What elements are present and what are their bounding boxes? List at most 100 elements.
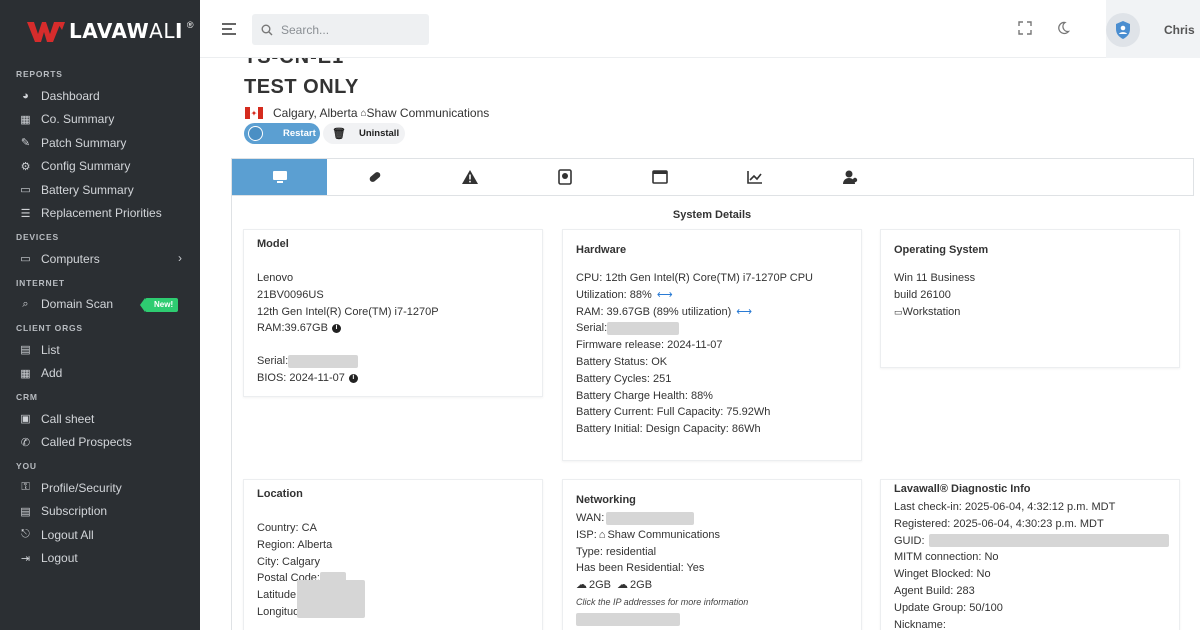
networking-residential: Has been Residential: Yes	[576, 562, 705, 575]
sidebar-item-config-summary[interactable]: ⚙ Config Summary	[0, 155, 200, 179]
expand-arrows-icon[interactable]: ⟷	[657, 287, 673, 304]
redacted-guid	[928, 534, 1169, 548]
detail-tabs	[231, 158, 1194, 196]
fullscreen-icon[interactable]	[1017, 20, 1033, 36]
section-title-you: YOU	[16, 461, 37, 471]
tab-applications[interactable]	[612, 159, 707, 195]
os-name: Win 11 Business	[894, 272, 976, 284]
laptop-icon: ▭	[20, 253, 31, 266]
menu-toggle-icon[interactable]	[222, 23, 236, 38]
redacted-lan-ip[interactable]	[576, 612, 680, 626]
redacted-coordinates	[297, 580, 365, 618]
sidebar-item-patch-summary[interactable]: ✎ Patch Summary	[0, 131, 200, 155]
hardware-card-title: Hardware	[576, 244, 627, 256]
phone-icon: ✆	[20, 436, 31, 449]
brand-logo[interactable]: LAVAWALI ®	[0, 0, 200, 62]
diag-guid-line: GUID:	[881, 533, 1179, 550]
sidebar-item-domain-scan[interactable]: ⌕ Domain Scan New!	[0, 293, 200, 317]
home-icon: ⌂	[598, 528, 606, 541]
restart-button[interactable]: Restart	[244, 123, 320, 144]
model-serial-line: Serial:	[244, 353, 542, 370]
hardware-card: Hardware CPU: 12th Gen Intel(R) Core(TM)…	[562, 229, 862, 461]
diag-registered: Registered: 2025-06-04, 4:30:23 p.m. MDT	[894, 517, 1104, 530]
info-icon[interactable]: i	[348, 373, 358, 383]
hardware-util-line: Utilization: 88% ⟷	[563, 287, 861, 304]
uninstall-button[interactable]: 🗑 Uninstall	[323, 123, 405, 144]
networking-wan-line: WAN:	[563, 510, 861, 527]
list-icon: ☰	[20, 207, 31, 220]
battery-icon: ▭	[20, 184, 31, 197]
location-card: Location Country: CA Region: Alberta Cit…	[243, 479, 543, 630]
user-shield-icon	[1116, 21, 1130, 39]
diagnostic-card-title: Lavawall® Diagnostic Info	[894, 483, 1031, 495]
sidebar-item-add[interactable]: ▦ Add	[0, 362, 200, 386]
section-title-client-orgs: CLIENT ORGS	[16, 323, 83, 333]
canada-flag-icon: ✦	[245, 107, 263, 119]
topbar: Chris	[200, 0, 1200, 58]
sidebar-item-dashboard[interactable]: ◕ Dashboard	[0, 84, 200, 108]
location-longitude-line: Longitude	[257, 605, 306, 618]
diag-nickname: Nickname:	[894, 618, 946, 630]
tab-system[interactable]	[232, 159, 327, 195]
diagnostic-card: Lavawall® Diagnostic Info Last check-in:…	[880, 479, 1180, 630]
sidebar-item-replacement-priorities[interactable]: ☰ Replacement Priorities	[0, 202, 200, 226]
action-row: Restart 🗑 Uninstall	[244, 123, 405, 144]
diag-winget: Winget Blocked: No	[894, 568, 991, 581]
model-make: Lenovo	[257, 272, 294, 284]
networking-note-line: Click the IP addresses for more informat…	[576, 596, 749, 607]
search-icon: ⌕	[22, 297, 29, 310]
table-icon: ▤	[20, 344, 31, 357]
battery-status: Battery Status: OK	[576, 355, 668, 368]
sidebar-item-logout-all[interactable]: ⎋ Logout All	[0, 523, 200, 547]
sidebar-item-co-summary[interactable]: ▦ Co. Summary	[0, 108, 200, 132]
receipt-icon: ▤	[20, 505, 31, 518]
model-ram-line: RAM:39.67GB i	[244, 320, 542, 337]
location-country: Country: CA	[257, 522, 317, 534]
tab-alerts[interactable]	[422, 159, 517, 195]
sidebar-item-list[interactable]: ▤ List	[0, 338, 200, 362]
sidebar-item-subscription[interactable]: ▤ Subscription	[0, 500, 200, 524]
search-icon	[261, 24, 273, 35]
trash-icon: 🗑	[332, 128, 346, 140]
sidebar-item-battery-summary[interactable]: ▭ Battery Summary	[0, 178, 200, 202]
add-building-icon: ▦	[20, 367, 31, 380]
info-icon[interactable]: i	[331, 324, 341, 334]
diag-agent-build: Agent Build: 283	[894, 584, 975, 597]
tab-users[interactable]	[802, 159, 897, 195]
laptop-icon: ▭	[894, 306, 903, 317]
networking-type: Type: residential	[576, 545, 657, 558]
tab-patches[interactable]	[327, 159, 422, 195]
sidebar-item-logout[interactable]: ⇥ Logout	[0, 547, 200, 571]
main-content: TS-CN-E1 TEST ONLY ✦ Calgary, Alberta ⌂ …	[200, 58, 1200, 630]
diag-mitm: MITM connection: No	[894, 551, 999, 564]
content-left-border	[231, 196, 232, 630]
os-type-line: ▭ Workstation	[881, 304, 1179, 321]
dark-mode-moon-icon[interactable]	[1055, 20, 1071, 36]
building-icon: ▦	[20, 113, 31, 126]
search-box[interactable]	[252, 14, 429, 45]
dashboard-icon: ◕	[22, 89, 29, 102]
tab-disk[interactable]	[517, 159, 612, 195]
user-name[interactable]: Chris	[1164, 23, 1195, 37]
hardware-firmware: Firmware release: 2024-11-07	[576, 339, 723, 352]
sidebar-item-computers[interactable]: ▭ Computers ›	[0, 247, 200, 271]
avatar[interactable]	[1106, 13, 1140, 47]
section-title-reports: REPORTS	[16, 69, 63, 79]
model-card-title: Model	[257, 238, 289, 250]
device-name-heading: TS-CN-E1	[244, 58, 344, 69]
upload-cloud-icon: ☁	[617, 579, 629, 592]
model-cpu: 12th Gen Intel(R) Core(TM) i7-1270P	[257, 305, 439, 318]
os-card: Operating System Win 11 Business build 2…	[880, 229, 1180, 368]
sidebar-item-call-sheet[interactable]: ▣ Call sheet	[0, 407, 200, 431]
system-details-title: System Details	[672, 209, 752, 221]
search-input[interactable]	[281, 22, 421, 37]
redacted-wan-ip[interactable]	[606, 511, 695, 525]
sidebar-item-profile-security[interactable]: ⚿ Profile/Security	[0, 476, 200, 500]
tab-performance[interactable]	[707, 159, 802, 195]
expand-arrows-icon[interactable]: ⟷	[736, 304, 752, 321]
os-card-title: Operating System	[894, 244, 989, 256]
logout-icon: ⇥	[20, 552, 31, 565]
monitor-icon	[272, 171, 287, 183]
line-chart-icon	[746, 171, 762, 184]
sidebar-item-called-prospects[interactable]: ✆ Called Prospects	[0, 431, 200, 455]
